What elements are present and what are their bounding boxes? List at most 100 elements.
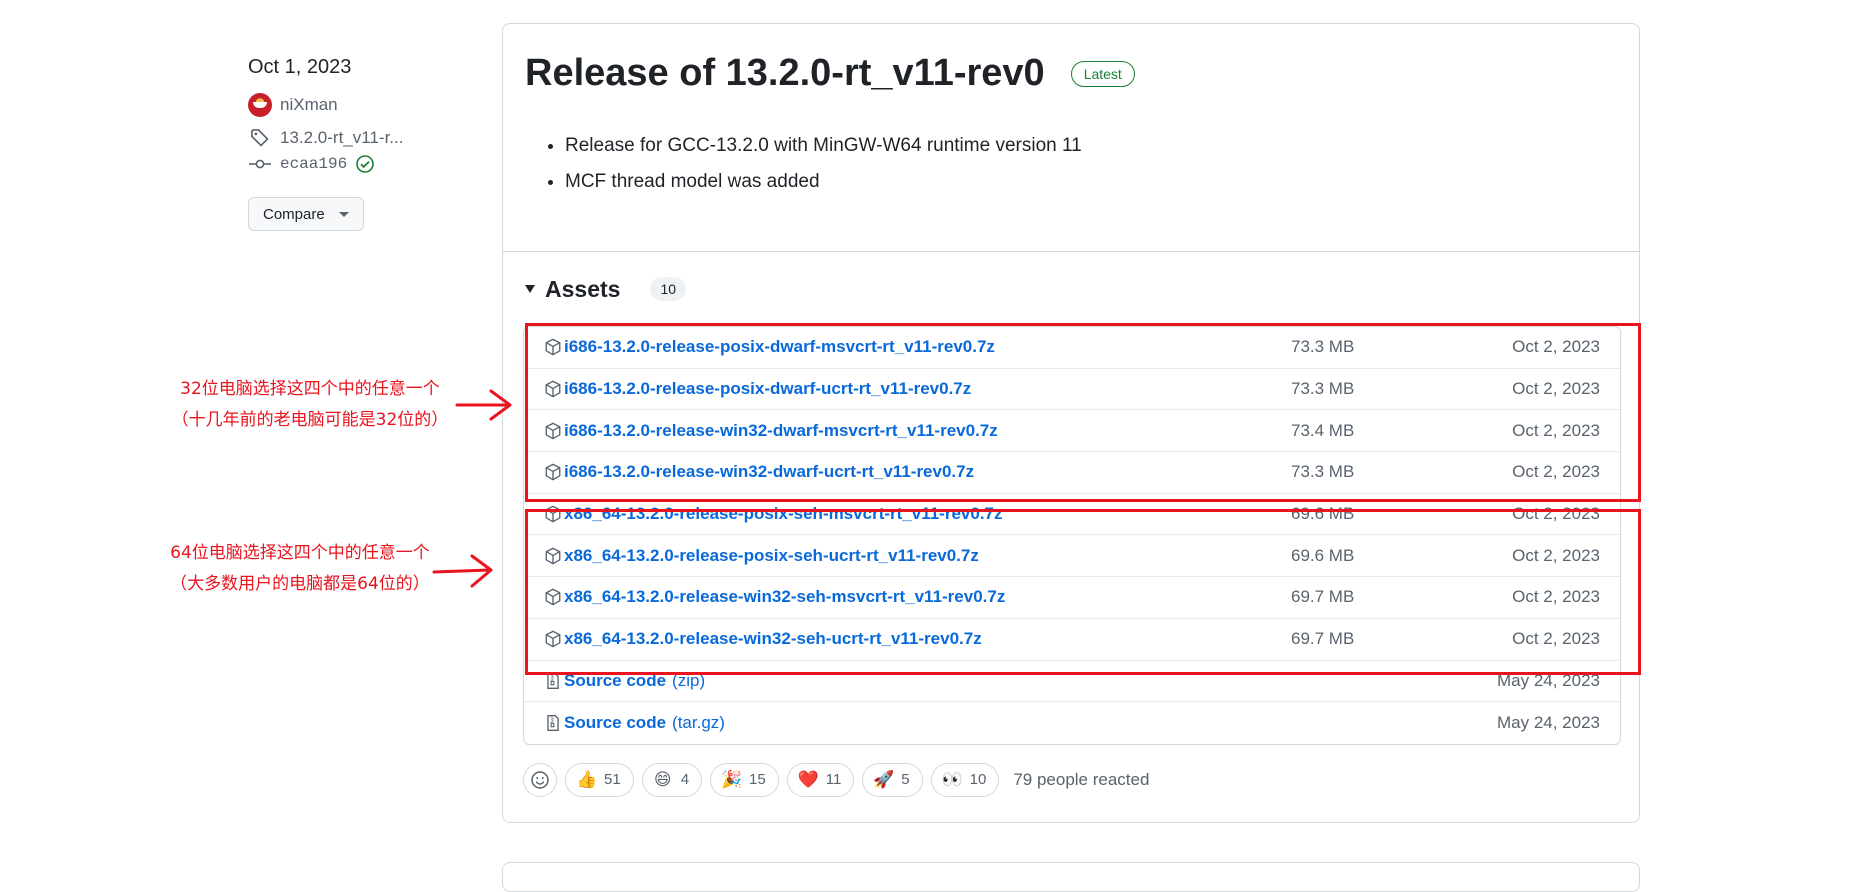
asset-download-link[interactable]: x86_64-13.2.0-release-win32-seh-msvcrt-r… xyxy=(544,587,1005,607)
source-date: May 24, 2023 xyxy=(1496,670,1600,690)
asset-file-name: x86_64-13.2.0-release-posix-seh-msvcrt-r… xyxy=(564,504,1003,524)
annotation-64bit-line1: 64位电脑选择这四个中的任意一个 xyxy=(170,543,430,563)
annotation-64bit-text: 64位电脑选择这四个中的任意一个 （大多数用户的电脑都是64位的） xyxy=(140,538,460,600)
package-icon xyxy=(544,505,562,523)
asset-file-name: x86_64-13.2.0-release-posix-seh-ucrt-rt_… xyxy=(564,545,979,565)
asset-row: i686-13.2.0-release-win32-dwarf-ucrt-rt_… xyxy=(524,452,1620,494)
latest-badge: Latest xyxy=(1070,60,1135,87)
asset-list: i686-13.2.0-release-posix-dwarf-msvcrt-r… xyxy=(523,326,1621,745)
asset-size: 73.3 MB xyxy=(1291,379,1355,399)
release-date: Oct 1, 2023 xyxy=(248,56,352,78)
annotation-64bit-line2: （大多数用户的电脑都是64位的） xyxy=(170,574,430,594)
file-zip-icon xyxy=(544,672,562,690)
package-icon xyxy=(544,547,562,565)
asset-date: Oct 2, 2023 xyxy=(1512,379,1600,399)
reaction-emoji: ❤️ xyxy=(797,770,819,790)
chevron-down-icon xyxy=(338,211,349,217)
source-download-link[interactable]: Source code (tar.gz) xyxy=(544,713,725,733)
release-note-item: Release for GCC-13.2.0 with MinGW-W64 ru… xyxy=(565,135,1617,157)
asset-download-link[interactable]: x86_64-13.2.0-release-posix-seh-msvcrt-r… xyxy=(544,504,1003,524)
author-avatar[interactable] xyxy=(248,93,272,117)
asset-download-link[interactable]: x86_64-13.2.0-release-win32-seh-ucrt-rt_… xyxy=(544,629,982,649)
verified-check-icon[interactable] xyxy=(355,154,375,174)
reaction-count: 5 xyxy=(901,771,910,789)
thumbs-up-reaction[interactable]: 👍 51 xyxy=(565,762,634,797)
compare-button[interactable]: Compare xyxy=(248,197,364,231)
asset-download-link[interactable]: i686-13.2.0-release-win32-dwarf-msvcrt-r… xyxy=(544,421,998,441)
asset-file-name: i686-13.2.0-release-posix-dwarf-msvcrt-r… xyxy=(564,337,995,357)
annotation-32bit-arrow xyxy=(455,389,512,421)
reaction-count: 15 xyxy=(749,771,766,789)
asset-size: 73.3 MB xyxy=(1291,462,1355,482)
asset-download-link[interactable]: x86_64-13.2.0-release-posix-seh-ucrt-rt_… xyxy=(544,546,979,566)
asset-row: i686-13.2.0-release-posix-dwarf-ucrt-rt_… xyxy=(524,369,1620,411)
eyes-reaction[interactable]: 👀 10 xyxy=(930,762,1000,797)
asset-file-name: x86_64-13.2.0-release-win32-seh-msvcrt-r… xyxy=(564,587,1006,607)
release-notes: Release for GCC-13.2.0 with MinGW-W64 ru… xyxy=(525,135,1617,193)
reaction-count: 10 xyxy=(969,771,987,789)
annotation-32bit-line2: （十几年前的老电脑可能是32位的） xyxy=(171,410,449,430)
commit-link[interactable]: ecaa196 xyxy=(280,155,347,173)
source-download-link[interactable]: Source code (zip) xyxy=(544,671,705,691)
annotation-64bit-arrow xyxy=(432,554,493,588)
asset-download-link[interactable]: i686-13.2.0-release-posix-dwarf-msvcrt-r… xyxy=(544,337,995,357)
asset-date: Oct 2, 2023 xyxy=(1512,587,1600,607)
tag-line: 13.2.0-rt_v11-r... xyxy=(248,127,468,149)
asset-date: Oct 2, 2023 xyxy=(1512,504,1600,524)
asset-date: Oct 2, 2023 xyxy=(1512,629,1600,649)
reactions-bar: 👍 51 😄 4 🎉 15 ❤️ 11 🚀 5 👀 10 79 people reacted xyxy=(523,762,1619,797)
compare-button-label: Compare xyxy=(263,205,325,223)
asset-row: x86_64-13.2.0-release-win32-seh-ucrt-rt_… xyxy=(524,619,1620,661)
release-header: Release of 13.2.0-rt_v11-rev0 Latest Rel… xyxy=(503,24,1639,252)
asset-size: 69.6 MB xyxy=(1291,545,1355,565)
package-icon xyxy=(544,588,562,606)
asset-date: Oct 2, 2023 xyxy=(1512,420,1600,440)
rocket-reaction[interactable]: 🚀 5 xyxy=(862,762,923,797)
reaction-count: 4 xyxy=(680,771,690,789)
reactions-summary[interactable]: 79 people reacted xyxy=(1013,770,1149,790)
package-icon xyxy=(544,380,562,398)
heart-reaction[interactable]: ❤️ 11 xyxy=(786,762,855,797)
hooray-reaction[interactable]: 🎉 15 xyxy=(710,762,779,797)
reaction-count: 11 xyxy=(825,771,842,789)
expand-triangle-icon xyxy=(525,285,535,293)
asset-file-name: i686-13.2.0-release-win32-dwarf-msvcrt-r… xyxy=(564,420,998,440)
laugh-reaction[interactable]: 😄 4 xyxy=(641,762,703,797)
asset-date: Oct 2, 2023 xyxy=(1512,545,1600,565)
source-format: (zip) xyxy=(672,670,706,690)
asset-date: Oct 2, 2023 xyxy=(1512,462,1600,482)
asset-row: i686-13.2.0-release-posix-dwarf-msvcrt-r… xyxy=(524,327,1620,369)
asset-size: 69.7 MB xyxy=(1291,629,1355,649)
source-date: May 24, 2023 xyxy=(1496,713,1600,733)
asset-row: x86_64-13.2.0-release-posix-seh-ucrt-rt_… xyxy=(524,535,1620,578)
commit-line: ecaa196 xyxy=(248,153,468,175)
reaction-emoji: 🚀 xyxy=(873,770,895,790)
asset-download-link[interactable]: i686-13.2.0-release-posix-dwarf-ucrt-rt_… xyxy=(544,379,971,399)
asset-date: Oct 2, 2023 xyxy=(1512,337,1600,357)
author-link[interactable]: niXman xyxy=(280,95,338,115)
author-line: niXman xyxy=(248,93,468,117)
assets-toggle[interactable]: Assets 10 xyxy=(523,252,1619,326)
asset-file-name: x86_64-13.2.0-release-win32-seh-ucrt-rt_… xyxy=(564,629,982,649)
source-name: Source code xyxy=(564,670,667,690)
asset-download-link[interactable]: i686-13.2.0-release-win32-dwarf-ucrt-rt_… xyxy=(544,462,974,482)
asset-size: 73.3 MB xyxy=(1291,337,1355,357)
next-release-card xyxy=(502,862,1640,892)
release-card: Release of 13.2.0-rt_v11-rev0 Latest Rel… xyxy=(502,23,1640,823)
asset-row: x86_64-13.2.0-release-posix-seh-msvcrt-r… xyxy=(524,494,1620,536)
asset-size: 73.4 MB xyxy=(1291,420,1355,440)
reaction-count: 51 xyxy=(604,771,621,789)
package-icon xyxy=(544,630,562,648)
tag-link[interactable]: 13.2.0-rt_v11-r... xyxy=(280,128,403,148)
tag-icon xyxy=(248,127,272,149)
package-icon xyxy=(544,463,562,481)
asset-size: 69.7 MB xyxy=(1291,587,1355,607)
release-title[interactable]: Release of 13.2.0-rt_v11-rev0 xyxy=(525,52,1045,95)
add-reaction-smiley-icon[interactable] xyxy=(523,762,557,797)
source-format: (tar.gz) xyxy=(672,713,725,733)
asset-size: 69.6 MB xyxy=(1291,504,1355,524)
assets-count-badge: 10 xyxy=(650,277,687,301)
commit-icon xyxy=(248,153,272,175)
source-row: Source code (zip) May 24, 2023 xyxy=(524,661,1620,703)
reaction-emoji: 🎉 xyxy=(721,770,743,790)
